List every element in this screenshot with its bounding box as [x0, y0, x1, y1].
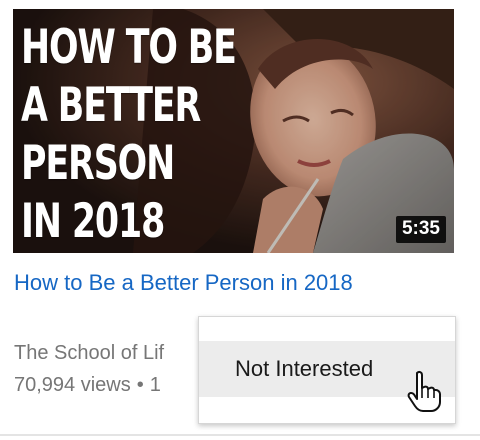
- video-title-link[interactable]: How to Be a Better Person in 2018: [14, 264, 414, 302]
- duration-badge: 5:35: [395, 216, 446, 243]
- thumbnail-title-line: A BETTER: [21, 78, 201, 133]
- thumbnail-title-line: HOW TO BE: [21, 20, 237, 75]
- video-card: HOW TO BE A BETTER PERSON IN 2018 5:35 H…: [0, 0, 480, 440]
- menu-item-not-interested[interactable]: Not Interested: [199, 341, 455, 397]
- context-menu: Not Interested: [198, 316, 456, 424]
- upload-age: 1: [149, 374, 161, 396]
- channel-name-link[interactable]: The School of Lif: [14, 340, 164, 366]
- menu-item-label: Not Interested: [235, 356, 374, 381]
- thumbnail-title-line: PERSON: [21, 136, 175, 191]
- thumbnail-title-overlay: HOW TO BE A BETTER PERSON IN 2018: [21, 19, 237, 251]
- video-metadata: 70,994 views • 1: [14, 372, 161, 398]
- view-count: 70,994 views: [14, 374, 131, 396]
- meta-separator: •: [136, 374, 144, 396]
- thumbnail-title-line: IN 2018: [21, 194, 165, 249]
- divider: [0, 434, 480, 436]
- video-thumbnail[interactable]: HOW TO BE A BETTER PERSON IN 2018 5:35: [13, 9, 454, 253]
